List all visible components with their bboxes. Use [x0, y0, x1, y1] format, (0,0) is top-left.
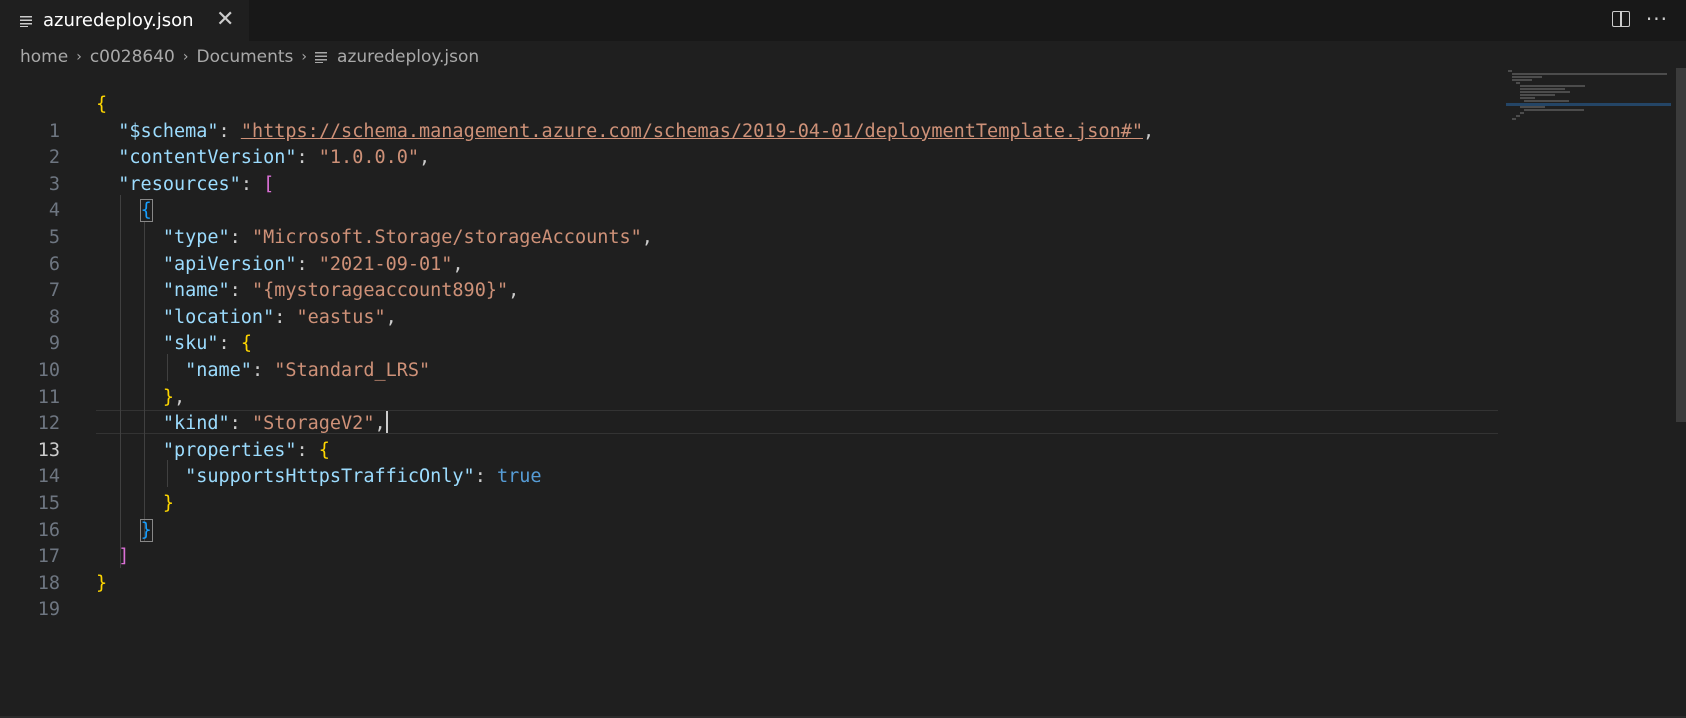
json-key: "$schema" [118, 120, 219, 142]
json-key: "type" [162, 226, 230, 248]
line-number: 19 [37, 599, 60, 621]
brace-match: { [139, 199, 153, 223]
brace: } [162, 492, 174, 514]
code-line: 8 "name": "{mystorageaccount890}", [0, 278, 1500, 328]
json-boolean: true [496, 466, 542, 488]
brace-match: } [139, 518, 153, 542]
code-line: 18 ] [0, 544, 1500, 594]
json-key: "sku" [162, 333, 219, 355]
vertical-scrollbar[interactable] [1676, 68, 1686, 422]
code-line: 16 } [0, 491, 1500, 541]
editor-actions: ··· [1611, 4, 1668, 34]
file-lines-icon [20, 14, 34, 28]
json-key: "name" [185, 359, 252, 381]
chevron-right-icon: › [301, 49, 308, 65]
brace: { [240, 333, 252, 355]
brace: { [318, 439, 330, 461]
code-line: 5 { [0, 198, 1500, 248]
json-key: "apiVersion" [162, 253, 297, 275]
code-line: 10 "sku": { [0, 331, 1500, 381]
breadcrumb-user[interactable]: c0028640 [90, 47, 175, 67]
code-line: 2 "$schema": "https://schema.management.… [0, 119, 1500, 169]
text-cursor [385, 411, 388, 434]
tab-label: azuredeploy.json [43, 10, 194, 31]
json-key: "contentVersion" [118, 147, 297, 169]
breadcrumb-home[interactable]: home [20, 47, 68, 67]
bracket: [ [263, 173, 275, 195]
breadcrumb-documents[interactable]: Documents [196, 47, 293, 67]
chevron-right-icon: › [76, 49, 82, 65]
code-line: 6 "type": "Microsoft.Storage/storageAcco… [0, 225, 1500, 275]
json-key: "location" [162, 306, 275, 328]
json-string: "2021-09-01" [318, 253, 453, 275]
schema-link[interactable]: "https://schema.management.azure.com/sch… [241, 121, 1143, 142]
brace: } [162, 386, 174, 408]
code-line-active: 13 "kind": "StorageV2", [0, 411, 1500, 461]
code-line: 11 "name": "Standard_LRS" [0, 358, 1500, 408]
code-line: 12 }, [0, 385, 1500, 435]
breadcrumb: home › c0028640 › Documents › azuredeplo… [20, 44, 479, 70]
json-string: "eastus" [296, 306, 386, 328]
tab-bar: azuredeploy.json ✕ ··· [0, 0, 1686, 41]
json-string: "Standard_LRS" [274, 359, 431, 381]
chevron-right-icon: › [182, 49, 189, 65]
brace: { [96, 94, 108, 115]
code-line: 4 "resources": [ [0, 172, 1500, 222]
json-string: "Microsoft.Storage/storageAccounts" [251, 226, 642, 248]
close-icon[interactable]: ✕ [216, 6, 234, 34]
more-actions-icon[interactable]: ··· [1646, 7, 1668, 31]
json-string: "1.0.0.0" [318, 147, 420, 169]
json-key: "name" [162, 280, 230, 302]
code-line: 17 } [0, 518, 1500, 567]
json-key: "supportsHttpsTrafficOnly" [185, 466, 475, 488]
code-line: 7 "apiVersion": "2021-09-01", [0, 252, 1500, 302]
code-line: 19 } [0, 571, 1500, 621]
json-key: "properties" [162, 439, 297, 461]
code-line: 1 { [0, 92, 1500, 142]
json-string: "{mystorageaccount890}" [251, 280, 509, 302]
code-editor[interactable]: 1 { 2 "$schema": "https://schema.managem… [0, 88, 1500, 648]
json-key: "kind" [162, 413, 230, 435]
code-line: 14 "properties": { [0, 438, 1500, 488]
tab-azuredeploy-json[interactable]: azuredeploy.json ✕ [0, 0, 249, 41]
bracket: ] [118, 546, 130, 568]
file-lines-icon [315, 50, 329, 64]
json-string: "StorageV2" [251, 413, 375, 435]
breadcrumb-file[interactable]: azuredeploy.json [337, 47, 479, 67]
brace: } [96, 572, 108, 594]
json-key: "resources" [118, 173, 241, 195]
code-line: 3 "contentVersion": "1.0.0.0", [0, 145, 1500, 195]
minimap[interactable] [1506, 68, 1676, 128]
code-line: 9 "location": "eastus", [0, 305, 1500, 355]
split-editor-icon[interactable] [1611, 11, 1630, 27]
code-line: 15 "supportsHttpsTrafficOnly": true [0, 464, 1500, 514]
